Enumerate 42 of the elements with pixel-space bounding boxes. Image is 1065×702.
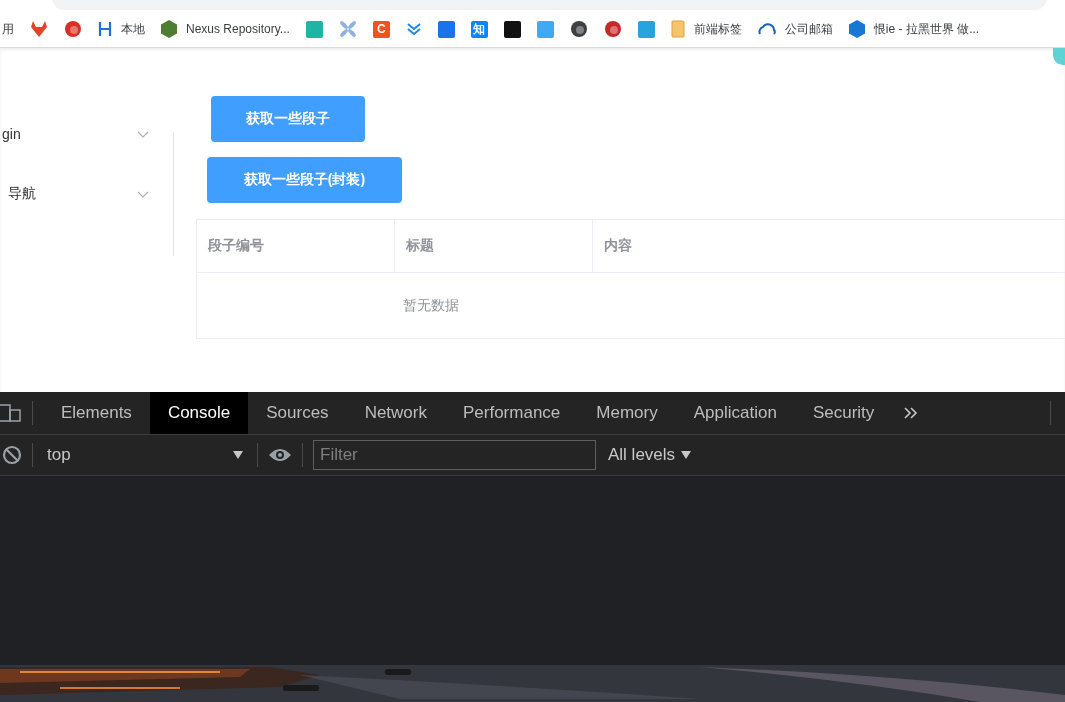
devtools-tab[interactable]: Network <box>346 392 445 434</box>
bookmark-label[interactable]: Nexus Repository... <box>186 22 290 36</box>
clear-icon[interactable] <box>2 445 22 465</box>
more-tabs-icon[interactable] <box>904 407 919 419</box>
menu-item[interactable]: 导航 <box>0 164 173 224</box>
devtools-tab[interactable]: Sources <box>248 392 347 434</box>
column-header: 标题 <box>395 220 593 272</box>
bookmark-label[interactable]: 恨ie - 拉黑世界 做... <box>873 20 980 38</box>
fox-icon[interactable] <box>30 21 48 37</box>
cloud-icon[interactable] <box>757 23 776 35</box>
devtools-tab[interactable]: Elements <box>43 392 150 434</box>
devtools-tab[interactable]: Security <box>794 392 893 434</box>
circle-icon[interactable] <box>64 20 82 38</box>
filter-field[interactable]: Filter <box>313 440 596 470</box>
devtools-tab[interactable]: Memory <box>578 392 676 434</box>
bookmark-label[interactable]: 本地 <box>121 20 145 38</box>
hexagon-icon[interactable] <box>848 20 865 38</box>
empty-text: 暂无数据 <box>403 296 459 315</box>
chevron-down-icon <box>137 130 149 138</box>
app-icon[interactable] <box>503 20 521 38</box>
devtools-tab[interactable]: Console <box>149 392 249 434</box>
dropdown-icon <box>681 451 692 459</box>
hexagon-icon[interactable] <box>161 20 177 38</box>
eye-icon[interactable] <box>268 447 292 463</box>
bookmark-label[interactable]: 前端标签 <box>693 20 742 38</box>
column-header: 段子编号 <box>197 220 395 272</box>
h-icon[interactable] <box>98 21 112 37</box>
chevrons-icon[interactable] <box>405 22 422 36</box>
bookmark-label[interactable]: 公司邮箱 <box>784 20 833 38</box>
menu-item[interactable]: gin <box>0 104 173 164</box>
column-header: 内容 <box>603 236 633 255</box>
devtools-tab[interactable]: Performance <box>445 392 579 434</box>
levels-dropdown[interactable]: All levels <box>608 445 692 465</box>
circle-icon[interactable] <box>569 20 588 38</box>
circle-icon[interactable] <box>603 20 622 38</box>
bookmark-label[interactable]: 用 <box>2 20 14 38</box>
device-toolbar-icon[interactable] <box>0 402 22 424</box>
chevron-down-icon <box>137 190 149 198</box>
context-dropdown[interactable]: top <box>43 445 247 465</box>
dropdown-icon <box>233 451 243 459</box>
app-icon[interactable]: 知 <box>470 20 488 38</box>
devtools-tab[interactable]: Application <box>675 392 795 434</box>
